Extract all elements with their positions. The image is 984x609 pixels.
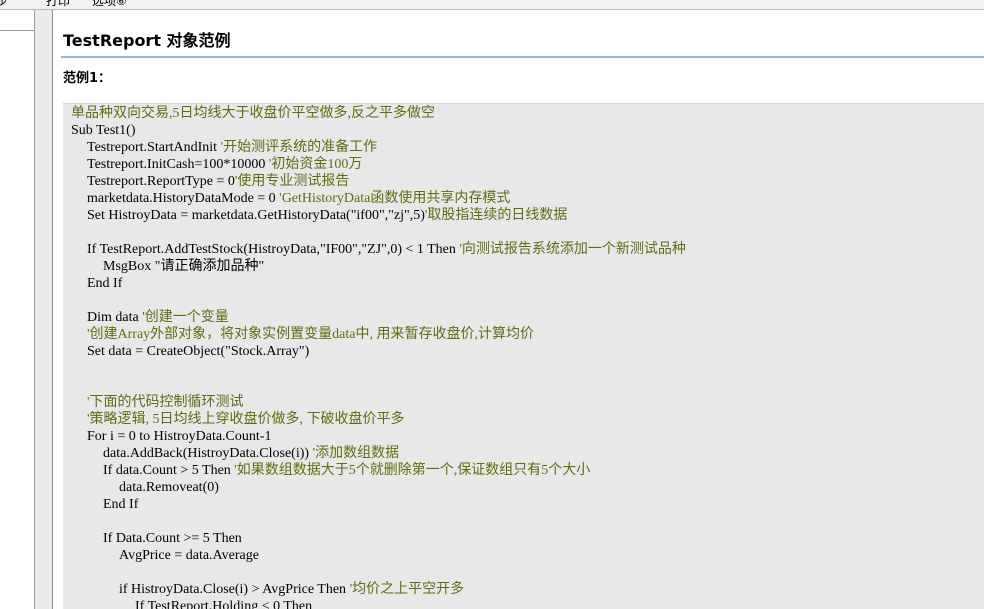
navigation-pane[interactable] (0, 10, 35, 609)
code-text: Testreport.StartAndInit (87, 140, 221, 155)
code-line: End If (103, 496, 138, 513)
code-line: Sub Test1() (71, 122, 135, 139)
help-content-pane: TestReport 对象范例 范例1： 单品种双向交易,5日均线大于收盘价平空… (53, 10, 984, 609)
code-comment: '开始测评系统的准备工作 (220, 140, 378, 155)
code-comment: 'GetHistoryData函数使用共享内存模式 (279, 191, 511, 206)
code-comment: '创建Array外部对象，将对象实例置变量data中, 用来暂存收盘价,计算均价 (87, 327, 534, 342)
pane-splitter[interactable] (35, 10, 53, 609)
code-line: Testreport.StartAndInit '开始测评系统的准备工作 (87, 139, 377, 156)
code-line: marketdata.HistoryDataMode = 0 'GetHisto… (87, 190, 510, 207)
code-line: if HistroyData.Close(i) > AvgPrice Then … (119, 581, 464, 598)
title-divider (61, 56, 984, 58)
code-text: Testreport.InitCash=100*10000 (87, 157, 269, 172)
code-comment: '策略逻辑, 5日均线上穿收盘价做多, 下破收盘价平多 (87, 412, 405, 427)
code-text: End If (103, 497, 139, 512)
navigation-pane-divider (0, 30, 34, 31)
code-comment: '初始资金100万 (268, 157, 363, 172)
menu-bar: 步 打印 选项⑥ (0, 0, 984, 10)
code-line: End If (87, 275, 122, 292)
code-comment: '如果数组数据大于5个就删除第一个,保证数组只有5个大小 (234, 463, 591, 478)
menu-item-options[interactable]: 选项⑥ (92, 0, 127, 9)
page-title: TestReport 对象范例 (63, 31, 231, 50)
code-text: AvgPrice = data.Average (119, 548, 259, 563)
code-text: If Data.Count >= 5 Then (103, 531, 242, 546)
code-line: '创建Array外部对象，将对象实例置变量data中, 用来暂存收盘价,计算均价 (87, 326, 534, 343)
code-text: If TestReport.Holding < 0 Then (135, 599, 313, 609)
code-line: 单品种双向交易,5日均线大于收盘价平空做多,反之平多做空 (71, 105, 435, 122)
code-line: For i = 0 to HistroyData.Count-1 (87, 428, 271, 445)
code-text: data.AddBack(HistroyData.Close(i)) (103, 446, 313, 461)
code-text: Dim data (87, 310, 143, 325)
code-line: If data.Count > 5 Then '如果数组数据大于5个就删除第一个… (103, 462, 590, 479)
menu-item-print[interactable]: 打印 (46, 0, 70, 9)
code-line: Dim data '创建一个变量 (87, 309, 229, 326)
code-line: Testreport.InitCash=100*10000 '初始资金100万 (87, 156, 362, 173)
section-heading: 范例1： (63, 71, 112, 86)
code-comment: '均价之上平空开多 (349, 582, 465, 597)
code-text: data.Removeat(0) (119, 480, 219, 495)
code-comment: '取股指连续的日线数据 (424, 208, 568, 223)
code-line: AvgPrice = data.Average (119, 547, 259, 564)
code-line: If Data.Count >= 5 Then (103, 530, 242, 547)
menu-item-partial[interactable]: 步 (0, 0, 8, 9)
code-line: Set data = CreateObject("Stock.Array") (87, 343, 309, 360)
code-line: '策略逻辑, 5日均线上穿收盘价做多, 下破收盘价平多 (87, 411, 405, 428)
code-comment: 单品种双向交易,5日均线大于收盘价平空做多,反之平多做空 (71, 106, 435, 121)
code-line: If TestReport.Holding < 0 Then (135, 598, 312, 609)
code-example-block: 单品种双向交易,5日均线大于收盘价平空做多,反之平多做空 Sub Test1() T… (63, 103, 984, 609)
code-text: Set data = CreateObject("Stock.Array") (87, 344, 310, 359)
code-line: data.Removeat(0) (119, 479, 219, 496)
code-text: Sub Test1() (71, 123, 136, 138)
code-text: End If (87, 276, 123, 291)
code-text: If TestReport.AddTestStock(HistroyData,"… (87, 242, 460, 257)
code-text: If data.Count > 5 Then (103, 463, 235, 478)
code-line: If TestReport.AddTestStock(HistroyData,"… (87, 241, 686, 258)
code-line: Set HistroyData = marketdata.GetHistoryD… (87, 207, 567, 224)
code-text: For i = 0 to HistroyData.Count-1 (87, 429, 272, 444)
code-comment: '使用专业测试报告 (234, 174, 350, 189)
code-text: if HistroyData.Close(i) > AvgPrice Then (119, 582, 350, 597)
code-line: '下面的代码控制循环测试 (87, 394, 244, 411)
code-comment: '添加数组数据 (312, 446, 400, 461)
code-line: MsgBox "请正确添加品种" (103, 258, 264, 275)
code-text: Set HistroyData = marketdata.GetHistoryD… (87, 208, 425, 223)
code-text: Testreport.ReportType = 0 (87, 174, 235, 189)
code-line: data.AddBack(HistroyData.Close(i)) '添加数组… (103, 445, 399, 462)
code-comment: '向测试报告系统添加一个新测试品种 (459, 242, 686, 257)
code-line: Testreport.ReportType = 0'使用专业测试报告 (87, 173, 349, 190)
code-text: MsgBox "请正确添加品种" (103, 259, 265, 274)
code-comment: '下面的代码控制循环测试 (87, 395, 244, 410)
code-comment: '创建一个变量 (142, 310, 229, 325)
code-text: marketdata.HistoryDataMode = 0 (87, 191, 280, 206)
